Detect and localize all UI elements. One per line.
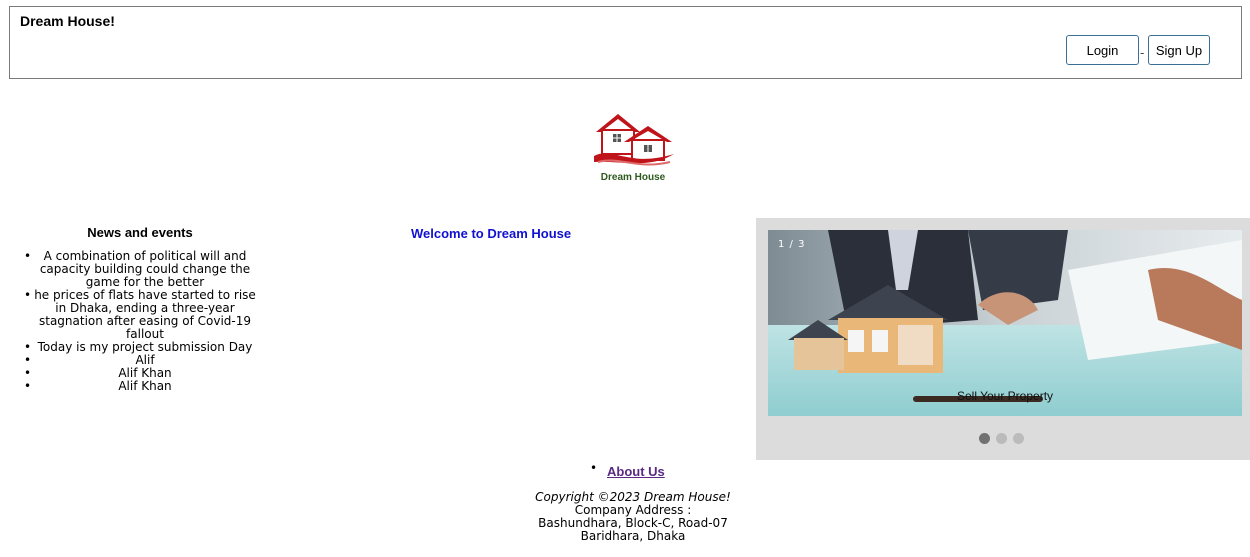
top-header: Dream House! Login - Sign Up (9, 6, 1242, 79)
news-list: A combination of political will and capa… (20, 250, 260, 394)
about-us-link[interactable]: About Us (607, 464, 665, 479)
dream-house-logo: Dream House (588, 110, 678, 188)
footer-nav: • About Us (590, 461, 665, 480)
brand-title: Dream House! (20, 13, 115, 29)
sign-up-button[interactable]: Sign Up (1148, 35, 1210, 65)
footer-copyright: Copyright ©2023 Dream House! Company Add… (500, 491, 766, 543)
slide-caption: Sell Your Property (956, 389, 1054, 403)
news-item: Alif Khan (20, 380, 260, 394)
slide-dots (979, 433, 1024, 444)
news-item: A combination of political will and capa… (20, 250, 260, 289)
slide-counter: 1 / 3 (778, 239, 806, 250)
address-line-2: Baridhara, Dhaka (580, 529, 686, 543)
news-item: he prices of flats have started to rise … (20, 289, 260, 341)
house-logo-icon (594, 114, 674, 166)
slide-image[interactable]: 1 / 3 Sell Your Property (768, 230, 1242, 416)
login-button[interactable]: Login (1066, 35, 1139, 65)
button-separator: - (1140, 45, 1145, 60)
slide-dot-3[interactable] (1013, 433, 1024, 444)
image-slideshow[interactable]: 1 / 3 Sell Your Property (756, 218, 1250, 460)
logo-caption: Dream House (600, 172, 666, 183)
slide-dot-1[interactable] (979, 433, 990, 444)
bullet-icon: • (590, 461, 598, 475)
news-title: News and events (87, 225, 193, 240)
welcome-heading: Welcome to Dream House (411, 226, 572, 241)
news-panel: News and events A combination of politic… (20, 225, 260, 393)
slide-dot-2[interactable] (996, 433, 1007, 444)
